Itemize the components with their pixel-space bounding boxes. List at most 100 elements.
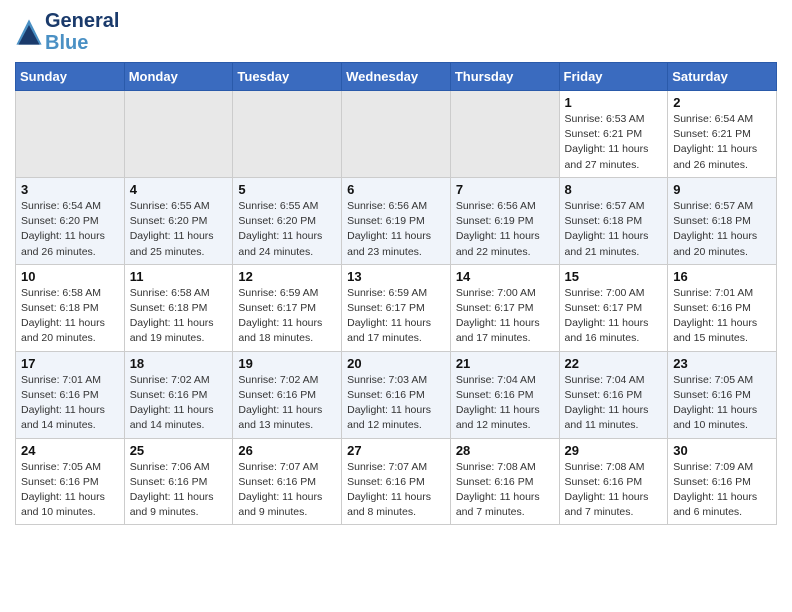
day-info: Sunrise: 6:56 AMSunset: 6:19 PMDaylight:… xyxy=(347,199,445,260)
calendar-cell: 22 Sunrise: 7:04 AMSunset: 6:16 PMDayligh… xyxy=(559,351,668,438)
calendar-cell: 6 Sunrise: 6:56 AMSunset: 6:19 PMDaylight… xyxy=(342,177,451,264)
calendar-cell: 11Sunrise: 6:58 AMSunset: 6:18 PMDayligh… xyxy=(124,264,233,351)
weekday-header: Sunday xyxy=(16,63,125,91)
day-info: Sunrise: 7:05 AMSunset: 6:16 PMDaylight:… xyxy=(21,460,119,521)
day-number: 20 xyxy=(347,356,445,371)
calendar-cell: 24 Sunrise: 7:05 AMSunset: 6:16 PMDayligh… xyxy=(16,438,125,525)
day-info: Sunrise: 6:56 AMSunset: 6:19 PMDaylight:… xyxy=(456,199,554,260)
weekday-header: Tuesday xyxy=(233,63,342,91)
calendar-cell: 5 Sunrise: 6:55 AMSunset: 6:20 PMDaylight… xyxy=(233,177,342,264)
day-info: Sunrise: 7:06 AMSunset: 6:16 PMDaylight:… xyxy=(130,460,228,521)
day-number: 2 xyxy=(673,95,771,110)
calendar-cell: 21 Sunrise: 7:04 AMSunset: 6:16 PMDayligh… xyxy=(450,351,559,438)
day-number: 30 xyxy=(673,443,771,458)
logo-icon xyxy=(15,18,43,46)
calendar-cell: 18 Sunrise: 7:02 AMSunset: 6:16 PMDayligh… xyxy=(124,351,233,438)
day-info: Sunrise: 6:55 AMSunset: 6:20 PMDaylight:… xyxy=(238,199,336,260)
calendar-week-row: 1 Sunrise: 6:53 AMSunset: 6:21 PMDaylight… xyxy=(16,91,777,178)
header: General Blue xyxy=(15,10,777,54)
calendar-cell: 30 Sunrise: 7:09 AMSunset: 6:16 PMDayligh… xyxy=(668,438,777,525)
day-info: Sunrise: 7:09 AMSunset: 6:16 PMDaylight:… xyxy=(673,460,771,521)
day-number: 23 xyxy=(673,356,771,371)
calendar-cell: 29Sunrise: 7:08 AMSunset: 6:16 PMDayligh… xyxy=(559,438,668,525)
calendar-header-row: SundayMondayTuesdayWednesdayThursdayFrid… xyxy=(16,63,777,91)
calendar-cell: 19 Sunrise: 7:02 AMSunset: 6:16 PMDayligh… xyxy=(233,351,342,438)
calendar-cell xyxy=(124,91,233,178)
calendar-week-row: 10 Sunrise: 6:58 AMSunset: 6:18 PMDayligh… xyxy=(16,264,777,351)
day-info: Sunrise: 6:59 AMSunset: 6:17 PMDaylight:… xyxy=(347,286,445,347)
calendar-cell: 10 Sunrise: 6:58 AMSunset: 6:18 PMDayligh… xyxy=(16,264,125,351)
day-info: Sunrise: 7:02 AMSunset: 6:16 PMDaylight:… xyxy=(238,373,336,434)
day-number: 22 xyxy=(565,356,663,371)
day-number: 26 xyxy=(238,443,336,458)
calendar-cell: 2 Sunrise: 6:54 AMSunset: 6:21 PMDaylight… xyxy=(668,91,777,178)
day-number: 24 xyxy=(21,443,119,458)
day-info: Sunrise: 6:54 AMSunset: 6:20 PMDaylight:… xyxy=(21,199,119,260)
weekday-header: Thursday xyxy=(450,63,559,91)
day-info: Sunrise: 7:07 AMSunset: 6:16 PMDaylight:… xyxy=(238,460,336,521)
day-info: Sunrise: 7:07 AMSunset: 6:16 PMDaylight:… xyxy=(347,460,445,521)
day-info: Sunrise: 6:54 AMSunset: 6:21 PMDaylight:… xyxy=(673,112,771,173)
day-number: 4 xyxy=(130,182,228,197)
calendar-cell: 13 Sunrise: 6:59 AMSunset: 6:17 PMDayligh… xyxy=(342,264,451,351)
calendar-cell: 12 Sunrise: 6:59 AMSunset: 6:17 PMDayligh… xyxy=(233,264,342,351)
day-number: 7 xyxy=(456,182,554,197)
day-info: Sunrise: 7:05 AMSunset: 6:16 PMDaylight:… xyxy=(673,373,771,434)
day-info: Sunrise: 7:04 AMSunset: 6:16 PMDaylight:… xyxy=(565,373,663,434)
day-info: Sunrise: 6:53 AMSunset: 6:21 PMDaylight:… xyxy=(565,112,663,173)
calendar-cell: 28Sunrise: 7:08 AMSunset: 6:16 PMDayligh… xyxy=(450,438,559,525)
day-number: 3 xyxy=(21,182,119,197)
day-number: 1 xyxy=(565,95,663,110)
day-number: 5 xyxy=(238,182,336,197)
day-info: Sunrise: 6:57 AMSunset: 6:18 PMDaylight:… xyxy=(565,199,663,260)
calendar-cell: 25 Sunrise: 7:06 AMSunset: 6:16 PMDayligh… xyxy=(124,438,233,525)
day-number: 8 xyxy=(565,182,663,197)
day-number: 6 xyxy=(347,182,445,197)
calendar-week-row: 3 Sunrise: 6:54 AMSunset: 6:20 PMDaylight… xyxy=(16,177,777,264)
day-info: Sunrise: 6:59 AMSunset: 6:17 PMDaylight:… xyxy=(238,286,336,347)
calendar-cell: 26 Sunrise: 7:07 AMSunset: 6:16 PMDayligh… xyxy=(233,438,342,525)
calendar-cell: 17 Sunrise: 7:01 AMSunset: 6:16 PMDayligh… xyxy=(16,351,125,438)
logo-text: General Blue xyxy=(45,10,119,54)
day-number: 17 xyxy=(21,356,119,371)
calendar-week-row: 17 Sunrise: 7:01 AMSunset: 6:16 PMDayligh… xyxy=(16,351,777,438)
day-number: 16 xyxy=(673,269,771,284)
calendar-cell: 8 Sunrise: 6:57 AMSunset: 6:18 PMDaylight… xyxy=(559,177,668,264)
day-info: Sunrise: 7:04 AMSunset: 6:16 PMDaylight:… xyxy=(456,373,554,434)
calendar-cell: 16 Sunrise: 7:01 AMSunset: 6:16 PMDayligh… xyxy=(668,264,777,351)
day-info: Sunrise: 6:58 AMSunset: 6:18 PMDaylight:… xyxy=(21,286,119,347)
day-info: Sunrise: 7:00 AMSunset: 6:17 PMDaylight:… xyxy=(456,286,554,347)
day-number: 10 xyxy=(21,269,119,284)
day-number: 15 xyxy=(565,269,663,284)
weekday-header: Wednesday xyxy=(342,63,451,91)
calendar-cell: 3 Sunrise: 6:54 AMSunset: 6:20 PMDaylight… xyxy=(16,177,125,264)
day-info: Sunrise: 7:02 AMSunset: 6:16 PMDaylight:… xyxy=(130,373,228,434)
page: General Blue SundayMondayTuesdayWednesda… xyxy=(0,0,792,535)
logo: General Blue xyxy=(15,10,119,54)
day-number: 25 xyxy=(130,443,228,458)
day-info: Sunrise: 7:08 AMSunset: 6:16 PMDaylight:… xyxy=(456,460,554,521)
day-info: Sunrise: 7:01 AMSunset: 6:16 PMDaylight:… xyxy=(21,373,119,434)
day-info: Sunrise: 6:58 AMSunset: 6:18 PMDaylight:… xyxy=(130,286,228,347)
calendar: SundayMondayTuesdayWednesdayThursdayFrid… xyxy=(15,62,777,525)
calendar-cell: 23 Sunrise: 7:05 AMSunset: 6:16 PMDayligh… xyxy=(668,351,777,438)
day-number: 19 xyxy=(238,356,336,371)
weekday-header: Friday xyxy=(559,63,668,91)
day-number: 14 xyxy=(456,269,554,284)
calendar-cell: 14 Sunrise: 7:00 AMSunset: 6:17 PMDayligh… xyxy=(450,264,559,351)
calendar-cell: 20Sunrise: 7:03 AMSunset: 6:16 PMDayligh… xyxy=(342,351,451,438)
day-number: 9 xyxy=(673,182,771,197)
day-number: 12 xyxy=(238,269,336,284)
calendar-week-row: 24 Sunrise: 7:05 AMSunset: 6:16 PMDayligh… xyxy=(16,438,777,525)
day-info: Sunrise: 7:00 AMSunset: 6:17 PMDaylight:… xyxy=(565,286,663,347)
calendar-cell xyxy=(16,91,125,178)
weekday-header: Monday xyxy=(124,63,233,91)
day-number: 21 xyxy=(456,356,554,371)
calendar-cell: 7 Sunrise: 6:56 AMSunset: 6:19 PMDaylight… xyxy=(450,177,559,264)
day-info: Sunrise: 6:55 AMSunset: 6:20 PMDaylight:… xyxy=(130,199,228,260)
day-number: 13 xyxy=(347,269,445,284)
day-number: 27 xyxy=(347,443,445,458)
day-number: 18 xyxy=(130,356,228,371)
day-info: Sunrise: 7:01 AMSunset: 6:16 PMDaylight:… xyxy=(673,286,771,347)
calendar-cell: 9Sunrise: 6:57 AMSunset: 6:18 PMDaylight… xyxy=(668,177,777,264)
